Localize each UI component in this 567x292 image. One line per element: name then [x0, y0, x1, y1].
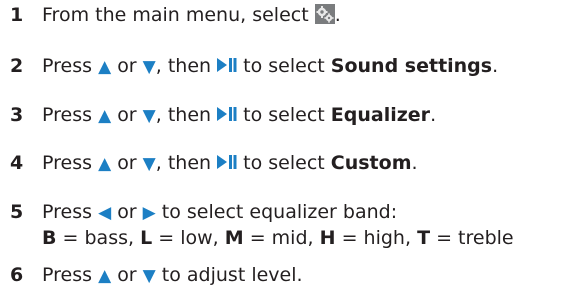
step-text: Press	[42, 264, 93, 286]
step-text: to select	[243, 104, 325, 126]
band-key: L	[140, 227, 153, 249]
band-desc: = low,	[158, 227, 219, 249]
step-text-end: .	[430, 104, 437, 126]
step-text: Press	[42, 104, 93, 126]
band-key: B	[42, 227, 57, 249]
band-legend: B = bass, L = low, M = mid, H = high, T …	[42, 225, 514, 251]
step-text: to select	[243, 152, 325, 174]
step-text: or	[117, 201, 137, 223]
triangle-down-icon: ▼	[142, 57, 156, 77]
step-text: Press	[42, 152, 93, 174]
step-text: Press	[42, 55, 93, 77]
step-text: to select equalizer band:	[161, 201, 398, 223]
step-number: 5	[10, 201, 24, 223]
step-text: From the main menu, select	[42, 4, 309, 26]
step-text: or	[117, 104, 137, 126]
triangle-down-icon: ▼	[142, 154, 156, 174]
step-body: Press ▲ or ▼, then to select Sound setti…	[42, 53, 498, 79]
step-text-end: .	[334, 4, 341, 26]
band-desc: = mid,	[249, 227, 314, 249]
band-key: M	[224, 227, 244, 249]
step-text: , then	[155, 104, 212, 126]
band-desc: = high,	[341, 227, 412, 249]
triangle-up-icon: ▲	[98, 154, 112, 174]
step-number: 4	[10, 152, 24, 174]
step-text: or	[117, 55, 137, 77]
step-body: Press ▲ or ▼, then to select Equalizer.	[42, 102, 436, 128]
step-text-end: .	[411, 152, 418, 174]
step-body: Press ▲ or ▼, then to select Custom.	[42, 150, 418, 176]
step-body: From the main menu, select .	[42, 2, 341, 28]
step-text: to adjust level.	[161, 264, 303, 286]
step-target: Sound settings	[330, 55, 493, 77]
step-number: 3	[10, 104, 24, 126]
triangle-up-icon: ▲	[98, 266, 112, 286]
triangle-down-icon: ▼	[142, 266, 156, 286]
step-text: Press	[42, 201, 93, 223]
step-body: Press ▲ or ▼ to adjust level.	[42, 262, 303, 288]
triangle-up-icon: ▲	[98, 57, 112, 77]
play-pause-icon	[217, 103, 237, 129]
step-body: Press ◀ or ▶ to select equalizer band: B…	[42, 199, 514, 251]
triangle-up-icon: ▲	[98, 106, 112, 126]
step-text: or	[117, 264, 137, 286]
play-pause-icon	[217, 151, 237, 177]
step-target: Custom	[330, 152, 412, 174]
step-target: Equalizer	[330, 104, 431, 126]
step-text: to select	[243, 55, 325, 77]
step-text: , then	[155, 55, 212, 77]
band-key: T	[417, 227, 431, 249]
settings-gear-icon	[314, 4, 335, 24]
step-line: Press ◀ or ▶ to select equalizer band:	[42, 199, 514, 225]
step-number: 1	[10, 4, 24, 26]
play-pause-icon	[217, 54, 237, 80]
triangle-down-icon: ▼	[142, 106, 156, 126]
step-text: , then	[155, 152, 212, 174]
triangle-left-icon: ◀	[98, 203, 112, 223]
step-text: or	[117, 152, 137, 174]
triangle-right-icon: ▶	[142, 203, 156, 223]
band-desc: = treble	[436, 227, 514, 249]
step-text-end: .	[492, 55, 499, 77]
band-key: H	[319, 227, 336, 249]
step-number: 2	[10, 55, 24, 77]
step-number: 6	[10, 264, 24, 286]
band-desc: = bass,	[62, 227, 135, 249]
